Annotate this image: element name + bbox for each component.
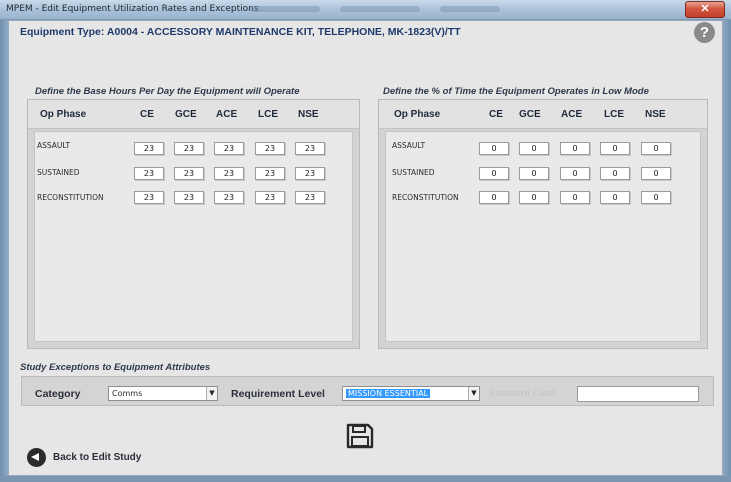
base-hours-cell-reconstitution-ace[interactable]: 23 xyxy=(214,191,244,204)
base-hours-cell-sustained-ce[interactable]: 23 xyxy=(134,167,164,180)
row-label-assault: ASSAULT xyxy=(37,141,71,150)
low-mode-panel: Op Phase CE GCE ACE LCE NSE xyxy=(378,99,708,349)
chevron-down-icon[interactable]: ▼ xyxy=(468,387,479,400)
base-hours-cell-assault-ce[interactable]: 23 xyxy=(134,142,164,155)
column-header-op-phase: Op Phase xyxy=(394,109,441,120)
floppy-disk-icon[interactable] xyxy=(346,423,374,449)
low-mode-cell-assault-nse[interactable]: 0 xyxy=(641,142,671,155)
close-button[interactable]: ✕ xyxy=(685,1,725,18)
low-mode-heading: Define the % of Time the Equipment Opera… xyxy=(383,86,649,97)
category-label: Category xyxy=(35,388,81,400)
row-label-assault: ASSAULT xyxy=(392,141,426,150)
low-mode-cell-reconstitution-ce[interactable]: 0 xyxy=(479,191,509,204)
base-hours-cell-assault-ace[interactable]: 23 xyxy=(214,142,244,155)
requirement-level-label: Requirement Level xyxy=(231,388,325,400)
base-hours-cell-reconstitution-lce[interactable]: 23 xyxy=(255,191,285,204)
column-header-lce: LCE xyxy=(604,109,624,120)
base-hours-cell-sustained-gce[interactable]: 23 xyxy=(174,167,204,180)
low-mode-cell-sustained-gce[interactable]: 0 xyxy=(519,167,549,180)
row-label-reconstitution: RECONSTITUTION xyxy=(37,193,104,202)
column-header-ace: ACE xyxy=(561,109,583,120)
low-mode-cell-sustained-ce[interactable]: 0 xyxy=(479,167,509,180)
low-mode-header-row: Op Phase CE GCE ACE LCE NSE xyxy=(379,100,707,129)
base-hours-cell-assault-nse[interactable]: 23 xyxy=(295,142,325,155)
base-hours-heading: Define the Base Hours Per Day the Equipm… xyxy=(35,86,300,97)
column-header-lce: LCE xyxy=(258,109,278,120)
low-mode-cell-sustained-lce[interactable]: 0 xyxy=(600,167,630,180)
titlebar-blur xyxy=(440,6,500,12)
low-mode-cell-reconstitution-nse[interactable]: 0 xyxy=(641,191,671,204)
base-hours-cell-sustained-ace[interactable]: 23 xyxy=(214,167,244,180)
base-hours-header-row: Op Phase CE GCE ACE LCE NSE xyxy=(28,100,359,129)
low-mode-cell-assault-gce[interactable]: 0 xyxy=(519,142,549,155)
low-mode-cell-reconstitution-ace[interactable]: 0 xyxy=(560,191,590,204)
low-mode-cell-reconstitution-lce[interactable]: 0 xyxy=(600,191,630,204)
standard-load-label: Standard Load xyxy=(489,388,556,399)
chevron-down-icon[interactable]: ▼ xyxy=(206,387,217,400)
base-hours-cell-sustained-lce[interactable]: 23 xyxy=(255,167,285,180)
low-mode-cell-sustained-nse[interactable]: 0 xyxy=(641,167,671,180)
window-frame-left xyxy=(0,20,8,482)
base-hours-panel: Op Phase CE GCE ACE LCE NSE xyxy=(27,99,360,349)
column-header-gce: GCE xyxy=(519,109,541,120)
equipment-type-title: Equipment Type: A0004 - ACCESSORY MAINTE… xyxy=(20,26,461,38)
titlebar-blur xyxy=(250,6,320,12)
column-header-nse: NSE xyxy=(645,109,666,120)
column-header-gce: GCE xyxy=(175,109,197,120)
low-mode-cell-sustained-ace[interactable]: 0 xyxy=(560,167,590,180)
low-mode-cell-assault-lce[interactable]: 0 xyxy=(600,142,630,155)
base-hours-cell-sustained-nse[interactable]: 23 xyxy=(295,167,325,180)
low-mode-cell-assault-ce[interactable]: 0 xyxy=(479,142,509,155)
base-hours-grid xyxy=(34,131,353,342)
exceptions-heading: Study Exceptions to Equipment Attributes xyxy=(20,362,211,373)
title-bar: MPEM - Edit Equipment Utilization Rates … xyxy=(0,0,731,20)
row-label-sustained: SUSTAINED xyxy=(392,168,435,177)
category-dropdown[interactable]: Comms ▼ xyxy=(108,386,218,401)
back-to-edit-study-label[interactable]: Back to Edit Study xyxy=(53,452,141,463)
base-hours-cell-assault-gce[interactable]: 23 xyxy=(174,142,204,155)
row-label-reconstitution: RECONSTITUTION xyxy=(392,193,459,202)
titlebar-blur xyxy=(340,6,420,12)
low-mode-cell-reconstitution-gce[interactable]: 0 xyxy=(519,191,549,204)
base-hours-cell-reconstitution-gce[interactable]: 23 xyxy=(174,191,204,204)
column-header-nse: NSE xyxy=(298,109,319,120)
row-label-sustained: SUSTAINED xyxy=(37,168,80,177)
window-title: MPEM - Edit Equipment Utilization Rates … xyxy=(6,4,259,14)
base-hours-cell-assault-lce[interactable]: 23 xyxy=(255,142,285,155)
window-frame-right xyxy=(723,20,731,482)
column-header-ce: CE xyxy=(140,109,154,120)
requirement-level-dropdown[interactable]: MISSION ESSENTIAL ▼ xyxy=(342,386,480,401)
column-header-ce: CE xyxy=(489,109,503,120)
category-value: Comms xyxy=(112,389,143,398)
column-header-ace: ACE xyxy=(216,109,238,120)
back-arrow-icon[interactable] xyxy=(27,448,46,467)
base-hours-cell-reconstitution-ce[interactable]: 23 xyxy=(134,191,164,204)
help-icon[interactable]: ? xyxy=(694,22,715,43)
window-frame-bottom xyxy=(0,476,731,482)
standard-load-field[interactable] xyxy=(577,386,699,402)
base-hours-cell-reconstitution-nse[interactable]: 23 xyxy=(295,191,325,204)
column-header-op-phase: Op Phase xyxy=(40,109,87,120)
low-mode-grid xyxy=(385,131,701,342)
low-mode-cell-assault-ace[interactable]: 0 xyxy=(560,142,590,155)
requirement-level-value: MISSION ESSENTIAL xyxy=(346,389,431,398)
